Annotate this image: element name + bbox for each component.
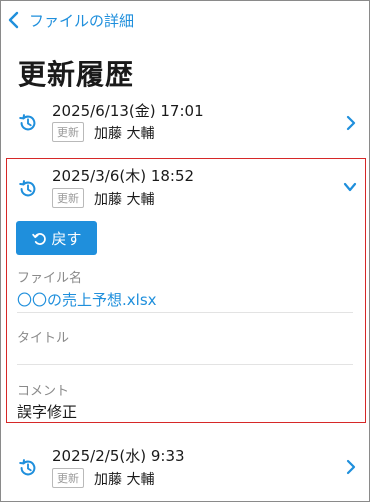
history-date: 2025/2/5(水) 9:33 xyxy=(52,447,185,465)
file-name-link[interactable]: 〇〇の売上予想.xlsx xyxy=(17,289,157,310)
revert-button[interactable]: 戻す xyxy=(16,221,97,255)
history-date: 2025/3/6(木) 18:52 xyxy=(52,167,195,185)
history-icon xyxy=(19,180,36,197)
history-icon xyxy=(19,459,36,476)
revert-button-label: 戻す xyxy=(51,229,82,248)
divider xyxy=(17,364,353,365)
page-title: 更新履歴 xyxy=(18,58,135,91)
back-link-label: ファイルの詳細 xyxy=(29,11,135,30)
screen-frame: ファイルの詳細 更新履歴 2025/6/13(金) 17:01 更新 加藤 大輔… xyxy=(0,0,370,502)
divider xyxy=(17,312,353,313)
back-link[interactable]: ファイルの詳細 xyxy=(7,9,134,31)
undo-icon xyxy=(32,232,47,245)
history-user: 加藤 大輔 xyxy=(94,126,155,142)
field-label-comment: コメント xyxy=(17,384,70,399)
history-user: 加藤 大輔 xyxy=(94,472,155,488)
history-icon xyxy=(19,114,36,131)
update-badge: 更新 xyxy=(52,468,84,488)
update-badge: 更新 xyxy=(52,188,84,208)
history-item-expanded[interactable]: 2025/3/6(木) 18:52 更新 加藤 大輔 xyxy=(1,161,370,217)
history-item[interactable]: 2025/6/13(金) 17:01 更新 加藤 大輔 xyxy=(1,97,370,153)
field-value-comment: 誤字修正 xyxy=(17,403,78,421)
field-label-title: タイトル xyxy=(17,331,70,346)
chevron-right-icon xyxy=(346,459,356,475)
history-date: 2025/6/13(金) 17:01 xyxy=(52,102,204,120)
history-user: 加藤 大輔 xyxy=(94,192,155,208)
field-label-filename: ファイル名 xyxy=(17,271,83,286)
chevron-right-icon xyxy=(346,115,356,131)
chevron-down-icon xyxy=(343,182,357,192)
history-item[interactable]: 2025/2/5(水) 9:33 更新 加藤 大輔 xyxy=(1,441,370,497)
chevron-left-icon xyxy=(8,11,19,29)
update-badge: 更新 xyxy=(52,122,84,142)
